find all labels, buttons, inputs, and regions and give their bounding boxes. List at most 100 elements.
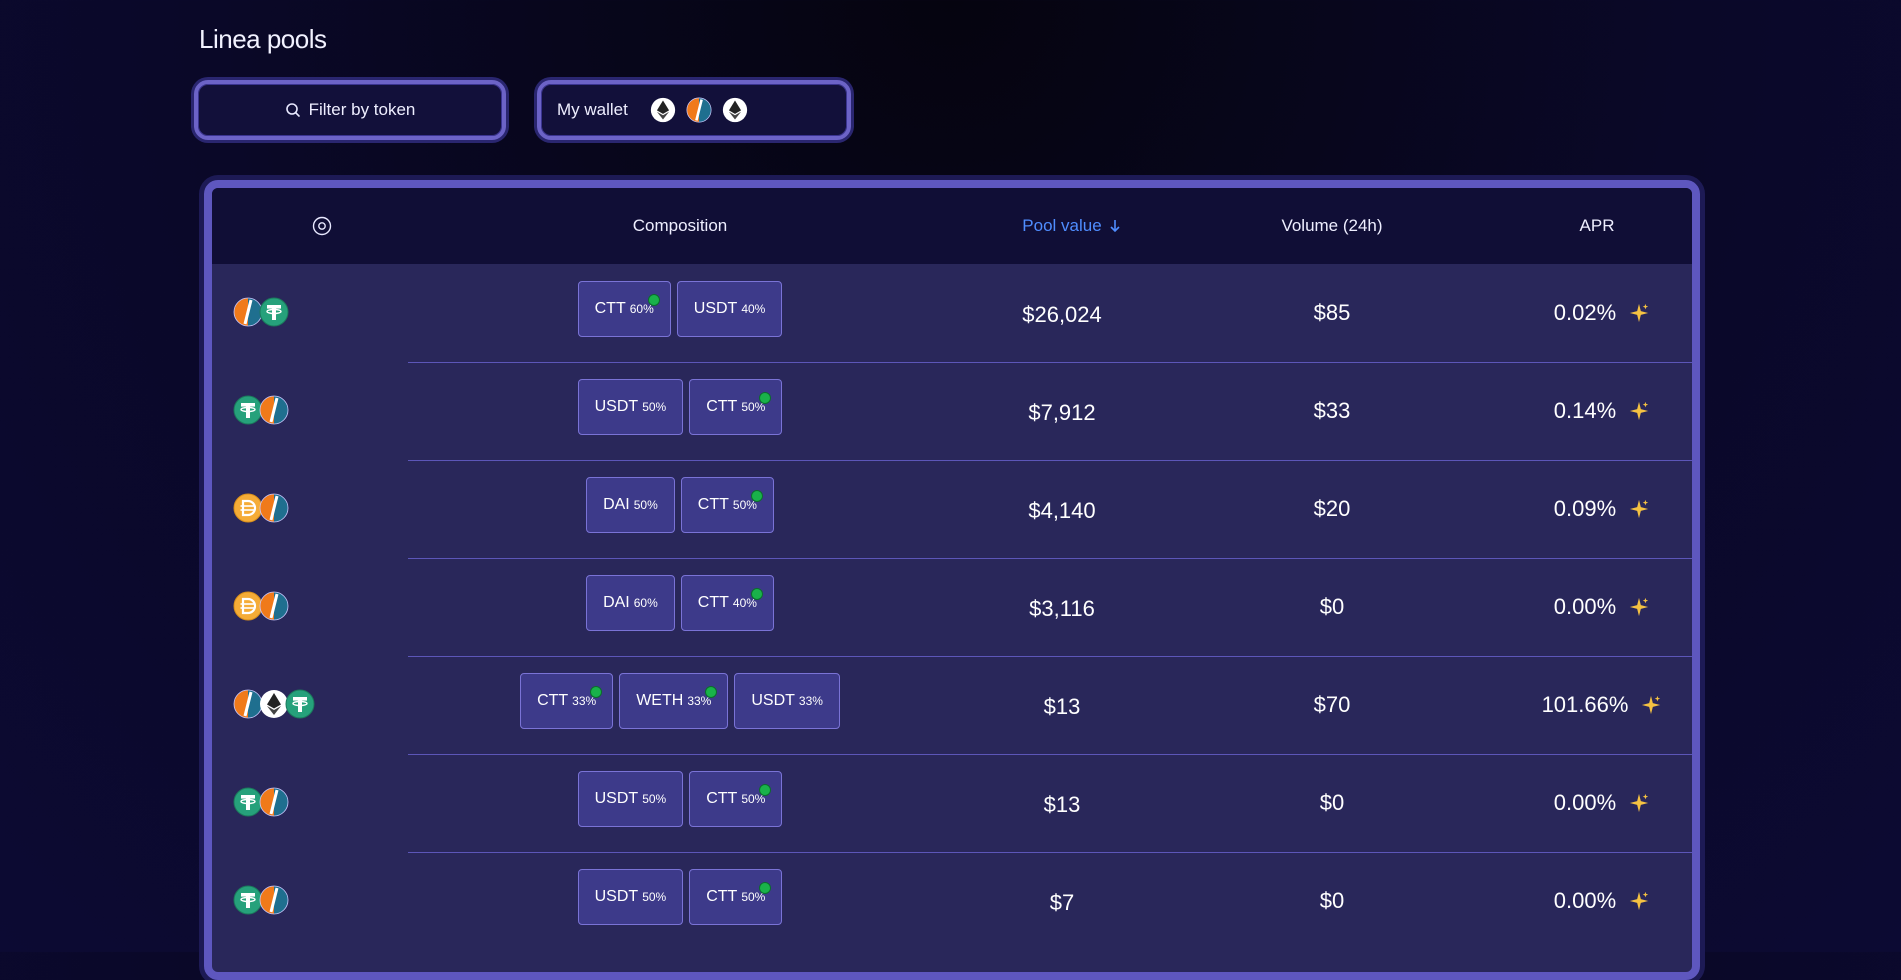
wallet-holding-dot bbox=[705, 686, 718, 698]
filter-by-token-button[interactable]: Filter by token bbox=[194, 80, 506, 140]
pool-token-icons bbox=[233, 493, 289, 523]
pool-apr: 0.00% bbox=[1482, 852, 1692, 950]
wallet-holding-dot bbox=[647, 294, 660, 306]
sparkles-icon[interactable] bbox=[1628, 890, 1650, 912]
token-chip[interactable]: CTT 50% bbox=[680, 477, 774, 533]
pool-value: $13 bbox=[952, 756, 1172, 854]
table-row[interactable]: CTT 60% USDT 40% $26,024 $85 0.02% bbox=[212, 264, 1692, 362]
sparkles-icon[interactable] bbox=[1628, 400, 1650, 422]
table-row[interactable]: CTT 33% WETH 33% USDT 33% $13 $70 101.66% bbox=[212, 656, 1692, 754]
pool-token-icons bbox=[233, 885, 289, 915]
token-symbol: CTT bbox=[706, 888, 738, 905]
page-title: Linea pools bbox=[199, 24, 327, 54]
my-wallet-button[interactable]: My wallet bbox=[537, 80, 851, 140]
ctt-icon bbox=[259, 493, 289, 523]
pool-apr: 101.66% bbox=[1482, 656, 1692, 754]
pool-apr: 0.00% bbox=[1482, 754, 1692, 852]
eth-icon bbox=[722, 97, 748, 123]
table-row[interactable]: USDT 50% CTT 50% $7 $0 0.00% bbox=[212, 852, 1692, 950]
pool-apr-text: 0.09% bbox=[1553, 496, 1617, 521]
pool-volume: $0 bbox=[1212, 852, 1452, 950]
token-chip[interactable]: CTT 50% bbox=[689, 379, 783, 435]
pool-token-icons bbox=[233, 297, 289, 327]
pool-value: $7 bbox=[952, 854, 1172, 952]
ctt-icon bbox=[259, 591, 289, 621]
sparkles-icon[interactable] bbox=[1628, 792, 1650, 814]
pool-composition: USDT 50% CTT 50% bbox=[408, 869, 952, 927]
token-weight: 60% bbox=[633, 596, 658, 610]
pool-apr: 0.14% bbox=[1482, 362, 1692, 460]
table-row[interactable]: DAI 60% CTT 40% $3,116 $0 0.00% bbox=[212, 558, 1692, 656]
pool-volume: $0 bbox=[1212, 558, 1452, 656]
pool-volume-text: $20 bbox=[1313, 496, 1351, 521]
col-pool-value[interactable]: Pool value bbox=[952, 188, 1192, 264]
usdt-icon bbox=[259, 297, 289, 327]
table-row[interactable]: USDT 50% CTT 50% $7,912 $33 0.14% bbox=[212, 362, 1692, 460]
pool-apr-text: 0.02% bbox=[1553, 300, 1617, 325]
wallet-holding-dot bbox=[759, 392, 772, 404]
pool-value-text: $13 bbox=[1043, 694, 1081, 719]
pool-value: $7,912 bbox=[952, 364, 1172, 462]
pool-value-text: $7,912 bbox=[1028, 400, 1096, 425]
table-row[interactable]: USDT 50% CTT 50% $13 $0 0.00% bbox=[212, 754, 1692, 852]
token-chip[interactable]: USDT 40% bbox=[676, 281, 783, 337]
token-chip[interactable]: USDT 50% bbox=[577, 771, 684, 827]
token-symbol: CTT bbox=[594, 300, 626, 317]
token-weight: 33% bbox=[798, 694, 823, 708]
ctt-icon bbox=[259, 885, 289, 915]
token-chip[interactable]: USDT 33% bbox=[734, 673, 840, 729]
token-chip[interactable]: USDT 50% bbox=[577, 869, 684, 925]
pool-composition: CTT 60% USDT 40% bbox=[408, 281, 952, 339]
pool-volume: $85 bbox=[1212, 264, 1452, 362]
col-apr[interactable]: APR bbox=[1482, 188, 1692, 264]
token-chip[interactable]: CTT 40% bbox=[680, 575, 774, 631]
pool-volume: $0 bbox=[1212, 754, 1452, 852]
token-chip[interactable]: DAI 50% bbox=[586, 477, 675, 533]
wallet-holding-dot bbox=[750, 588, 763, 600]
pool-volume: $70 bbox=[1212, 656, 1452, 754]
pool-token-icons bbox=[233, 395, 289, 425]
pool-composition: USDT 50% CTT 50% bbox=[408, 379, 952, 437]
token-symbol: DAI bbox=[603, 594, 630, 611]
token-symbol: USDT bbox=[594, 888, 639, 905]
wallet-holding-dot bbox=[759, 784, 772, 796]
token-chip[interactable]: CTT 33% bbox=[520, 673, 614, 729]
col-pool-value-label: Pool value bbox=[1022, 216, 1102, 235]
col-volume[interactable]: Volume (24h) bbox=[1212, 188, 1452, 264]
token-chip[interactable]: CTT 50% bbox=[689, 869, 783, 925]
token-weight: 40% bbox=[741, 302, 766, 316]
sparkles-icon[interactable] bbox=[1628, 302, 1650, 324]
sparkles-icon[interactable] bbox=[1628, 596, 1650, 618]
table-row[interactable]: DAI 50% CTT 50% $4,140 $20 0.09% bbox=[212, 460, 1692, 558]
search-icon bbox=[285, 103, 300, 117]
pool-value-text: $3,116 bbox=[1029, 596, 1095, 621]
pool-volume-text: $33 bbox=[1313, 398, 1351, 423]
token-chip[interactable]: DAI 60% bbox=[586, 575, 675, 631]
wallet-holding-dot bbox=[590, 686, 603, 698]
filter-label: Filter by token bbox=[308, 100, 416, 119]
pool-apr-text: 0.00% bbox=[1553, 594, 1617, 619]
token-chip[interactable]: USDT 50% bbox=[577, 379, 684, 435]
pool-apr-text: 0.00% bbox=[1553, 888, 1617, 913]
pool-volume: $33 bbox=[1212, 362, 1452, 460]
pool-value-text: $4,140 bbox=[1028, 498, 1096, 523]
token-chip[interactable]: CTT 50% bbox=[689, 771, 783, 827]
token-symbol: CTT bbox=[706, 790, 738, 807]
sparkles-icon[interactable] bbox=[1640, 694, 1662, 716]
ctt-icon bbox=[259, 395, 289, 425]
pool-volume-text: $0 bbox=[1319, 594, 1345, 619]
token-chip[interactable]: WETH 33% bbox=[619, 673, 729, 729]
token-weight: 50% bbox=[633, 498, 658, 512]
pool-value: $3,116 bbox=[952, 560, 1172, 658]
target-icon[interactable] bbox=[272, 188, 372, 264]
eth-icon bbox=[650, 97, 676, 123]
sparkles-icon[interactable] bbox=[1628, 498, 1650, 520]
pools-table: Composition Pool value Volume (24h) APR … bbox=[204, 180, 1700, 980]
pool-token-icons bbox=[233, 591, 289, 621]
token-symbol: CTT bbox=[697, 496, 729, 513]
token-symbol: USDT bbox=[751, 692, 795, 709]
pool-apr-text: 101.66% bbox=[1541, 692, 1629, 717]
token-symbol: CTT bbox=[697, 594, 729, 611]
pool-value: $13 bbox=[952, 658, 1172, 756]
token-chip[interactable]: CTT 60% bbox=[577, 281, 671, 337]
